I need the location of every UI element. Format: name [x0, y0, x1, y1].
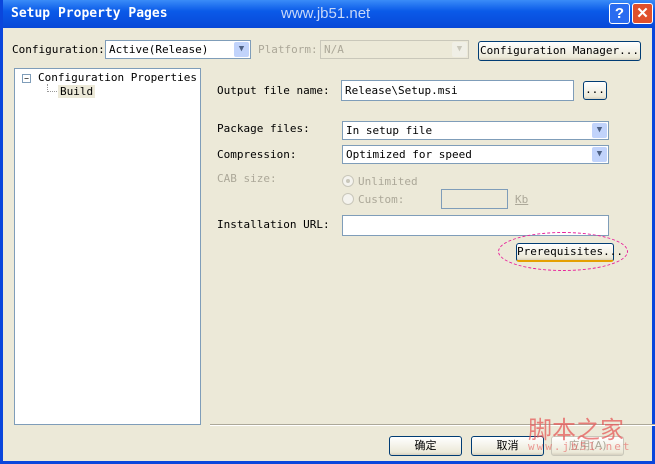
title-bar: Setup Property Pages www.jb51.net ? ✕	[3, 0, 655, 28]
chevron-down-icon: ▼	[452, 42, 467, 57]
compression-value: Optimized for speed	[346, 148, 472, 161]
configuration-label: Configuration:	[12, 43, 105, 56]
package-files-select[interactable]: In setup file ▼	[342, 121, 609, 140]
configuration-value: Active(Release)	[109, 43, 209, 56]
custom-label: Custom:	[358, 193, 405, 206]
tree-connector	[47, 84, 57, 92]
chevron-down-icon: ▼	[234, 42, 249, 57]
tree-item-build[interactable]: Build	[58, 85, 96, 98]
dialog-window: Setup Property Pages www.jb51.net ? ✕ Co…	[0, 0, 655, 464]
tree-panel: − Configuration Properties Build	[14, 68, 201, 425]
custom-size-input[interactable]	[441, 189, 508, 209]
custom-radio[interactable]	[342, 193, 354, 205]
close-button[interactable]: ✕	[632, 3, 653, 24]
prerequisites-button[interactable]: Prerequisites...	[516, 243, 623, 262]
platform-value: N/A	[324, 43, 344, 56]
ok-button[interactable]: 确定	[389, 436, 462, 456]
package-files-label: Package files:	[217, 122, 310, 135]
output-file-input[interactable]: Release\Setup.msi	[341, 80, 574, 101]
installation-url-label: Installation URL:	[217, 218, 330, 231]
window-title: Setup Property Pages	[11, 6, 168, 21]
brand-url-watermark: www.jb51.net	[528, 440, 632, 453]
help-button[interactable]: ?	[609, 3, 630, 24]
platform-label: Platform:	[258, 43, 318, 56]
browse-button[interactable]: ...	[583, 81, 607, 100]
package-files-value: In setup file	[346, 124, 433, 137]
configuration-manager-button[interactable]: Configuration Manager...	[478, 41, 641, 61]
platform-select[interactable]: N/A ▼	[320, 40, 469, 59]
chevron-down-icon: ▼	[592, 123, 607, 138]
tree-item-configuration-properties[interactable]: Configuration Properties	[38, 71, 197, 84]
watermark: www.jb51.net	[281, 5, 371, 22]
chevron-down-icon: ▼	[592, 147, 607, 162]
unlimited-label: Unlimited	[358, 175, 418, 188]
cab-size-label: CAB size:	[217, 172, 277, 185]
unlimited-radio[interactable]	[342, 175, 354, 187]
compression-select[interactable]: Optimized for speed ▼	[342, 145, 609, 164]
kb-label: Kb	[515, 193, 529, 206]
configuration-select[interactable]: Active(Release) ▼	[105, 40, 251, 59]
output-file-label: Output file name:	[217, 84, 330, 97]
compression-label: Compression:	[217, 148, 297, 161]
collapse-icon[interactable]: −	[22, 74, 31, 83]
